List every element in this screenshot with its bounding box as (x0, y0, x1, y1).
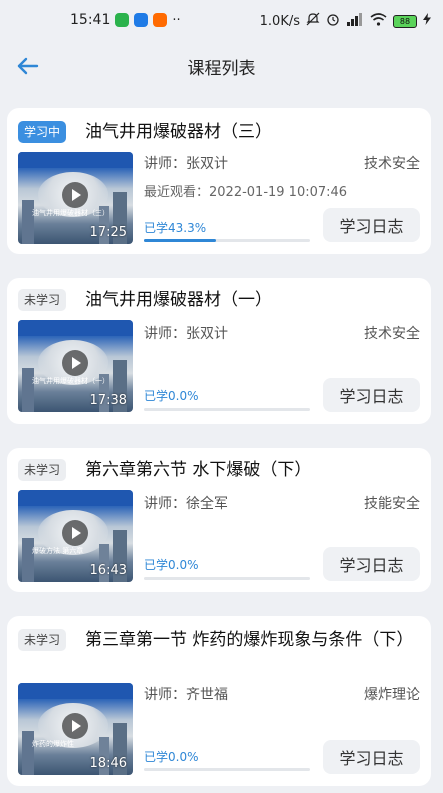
course-title[interactable]: 第六章第六节 水下爆破（下） (85, 457, 415, 483)
thumbnail-building (22, 200, 34, 244)
status-bar: 15:41 ·· 1.0K/s 88 (0, 0, 443, 42)
course-card[interactable]: 未学习 第三章第一节 炸药的爆炸现象与条件（下） 炸药的爆炸性 18:46 讲师… (7, 616, 431, 786)
thumbnail-caption: 炸药的爆炸性 (32, 740, 74, 748)
alarm-icon (326, 12, 340, 30)
video-duration: 17:25 (89, 225, 127, 240)
mute-icon (306, 12, 320, 30)
battery-icon: 88 (393, 14, 417, 28)
teacher-name: 讲师：张双计 (144, 326, 228, 342)
more-notifications-icon: ·· (172, 12, 181, 28)
course-thumbnail[interactable]: 油气井用爆破器材（一） 17:38 (18, 320, 133, 412)
thumbnail-caption: 油气井用爆破器材（三） (32, 209, 109, 217)
last-watched-time: 最近观看：2022-01-19 10:07:46 (144, 185, 348, 200)
progress-label: 已学0.0% (144, 558, 199, 572)
play-icon[interactable] (62, 350, 88, 376)
status-time: 15:41 (70, 12, 111, 28)
thumbnail-banner (18, 152, 133, 168)
taobao-app-icon (153, 13, 168, 27)
thumbnail-banner (18, 320, 133, 336)
charging-icon (423, 13, 431, 29)
play-icon[interactable] (62, 520, 88, 546)
course-title[interactable]: 第三章第一节 炸药的爆炸现象与条件（下） (85, 627, 415, 653)
study-log-button[interactable]: 学习日志 (323, 378, 420, 412)
progress-label: 已学43.3% (144, 221, 207, 235)
status-badge: 未学习 (18, 629, 67, 651)
progress-bar (144, 577, 310, 580)
status-badge: 未学习 (18, 459, 67, 481)
status-left: 15:41 ·· (70, 12, 181, 28)
course-card[interactable]: 学习中 油气井用爆破器材（三） 油气井用爆破器材（三） 17:25 讲师：张双计… (7, 108, 431, 254)
thumbnail-building (22, 538, 34, 582)
wechat-app-icon (115, 13, 130, 27)
play-icon[interactable] (62, 182, 88, 208)
network-speed: 1.0K/s (259, 13, 300, 29)
thumbnail-banner (18, 490, 133, 506)
study-log-button[interactable]: 学习日志 (323, 547, 420, 581)
nav-header: 课程列表 (0, 44, 443, 90)
course-thumbnail[interactable]: 油气井用爆破器材（三） 17:25 (18, 152, 133, 244)
progress-bar (144, 239, 310, 242)
thumbnail-banner (18, 683, 133, 699)
thumbnail-building (22, 368, 34, 412)
thumbnail-caption: 油气井用爆破器材（一） (32, 377, 109, 385)
status-right: 1.0K/s 88 (260, 12, 431, 30)
play-icon[interactable] (62, 713, 88, 739)
course-category: 技术安全 (364, 156, 420, 172)
course-card[interactable]: 未学习 油气井用爆破器材（一） 油气井用爆破器材（一） 17:38 讲师：张双计… (7, 278, 431, 424)
course-thumbnail[interactable]: 炸药的爆炸性 18:46 (18, 683, 133, 775)
qq-app-icon (134, 13, 149, 27)
progress-label: 已学0.0% (144, 750, 199, 764)
course-title[interactable]: 油气井用爆破器材（一） (85, 287, 415, 313)
teacher-name: 讲师：徐全军 (144, 496, 228, 512)
video-duration: 17:38 (89, 393, 127, 408)
page-title: 课程列表 (187, 59, 256, 79)
status-badge: 学习中 (18, 121, 67, 143)
wifi-icon (370, 12, 387, 30)
progress-bar (144, 768, 310, 771)
course-category: 爆炸理论 (364, 687, 420, 703)
teacher-name: 讲师：张双计 (144, 156, 228, 172)
signal-icon (346, 12, 364, 30)
course-card[interactable]: 未学习 第六章第六节 水下爆破（下） 爆破方法 第六章 16:43 讲师：徐全军… (7, 448, 431, 592)
teacher-name: 讲师：齐世福 (144, 687, 228, 703)
video-duration: 16:43 (89, 563, 127, 578)
thumbnail-building (22, 731, 34, 775)
video-duration: 18:46 (89, 756, 127, 771)
course-title[interactable]: 油气井用爆破器材（三） (85, 119, 415, 145)
course-category: 技术安全 (364, 326, 420, 342)
thumbnail-caption: 爆破方法 第六章 (32, 547, 84, 555)
progress-bar (144, 408, 310, 411)
progress-label: 已学0.0% (144, 389, 199, 403)
course-thumbnail[interactable]: 爆破方法 第六章 16:43 (18, 490, 133, 582)
course-category: 技能安全 (364, 496, 420, 512)
progress-fill (144, 239, 216, 242)
study-log-button[interactable]: 学习日志 (323, 740, 420, 774)
status-badge: 未学习 (18, 289, 67, 311)
study-log-button[interactable]: 学习日志 (323, 208, 420, 242)
